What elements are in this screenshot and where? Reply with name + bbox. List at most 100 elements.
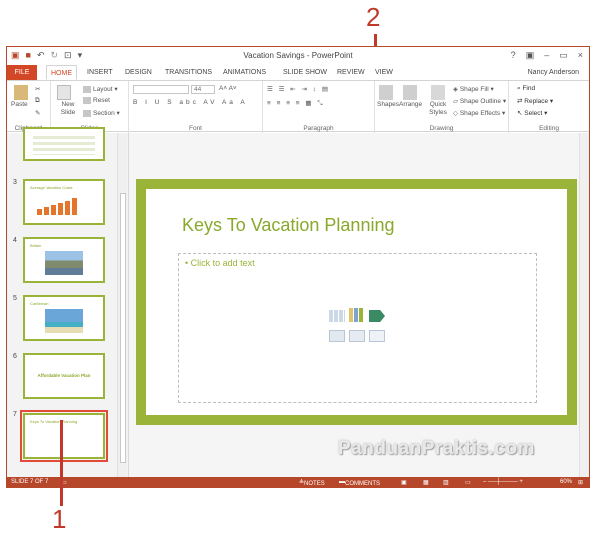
copy-icon[interactable]: ⧉: [35, 97, 40, 105]
slide-canvas: Keys To Vacation Planning • Click to add…: [146, 189, 567, 415]
tab-design[interactable]: DESIGN: [121, 65, 156, 80]
insert-picture-icon[interactable]: [329, 330, 345, 342]
current-slide: Keys To Vacation Planning • Click to add…: [136, 179, 577, 425]
shape-outline-button[interactable]: ▱ Shape Outline ▾: [453, 97, 506, 105]
ribbon: Paste ✂ ⧉ ✎ Clipboard New Slide Layout ▾…: [7, 80, 589, 133]
insert-table-icon[interactable]: [329, 310, 345, 322]
watermark-text: PanduanPraktis.com: [338, 438, 535, 459]
thumbnail-slide-7[interactable]: Keys To Vacation Planning: [20, 410, 108, 462]
font-size-box[interactable]: 44: [191, 85, 215, 94]
main-scrollbar[interactable]: [579, 133, 589, 477]
thumbnail-slide-6[interactable]: Affordable Vacation Plan: [23, 353, 105, 399]
font-label: Font: [188, 125, 202, 132]
comments-button[interactable]: ▬ COMMENTS: [339, 479, 380, 487]
cut-icon[interactable]: ✂: [35, 85, 40, 93]
new-slide-button[interactable]: New Slide: [55, 101, 81, 117]
thumbnail-slide-4[interactable]: Britain: [23, 237, 105, 283]
callout-number-1: 1: [52, 504, 67, 534]
reset-icon: [83, 97, 91, 104]
arrange-icon[interactable]: [403, 85, 417, 100]
shapes-icon[interactable]: [379, 85, 393, 100]
zoom-level[interactable]: 60%: [560, 479, 572, 485]
tab-review[interactable]: REVIEW: [333, 65, 369, 80]
font-style-buttons[interactable]: B I U S abc AV Aa A: [133, 99, 248, 106]
slide-editing-area: Keys To Vacation Planning • Click to add…: [129, 133, 589, 477]
quick-styles-button[interactable]: Quick Styles: [427, 101, 449, 117]
shape-fill-button[interactable]: ◈ Shape Fill ▾: [453, 85, 494, 93]
group-paragraph: ☰ ☰ ⇤ ⇥ ↕ ▤ ≡ ≡ ≡ ≡ ▦ ⤡ Paragraph: [263, 81, 375, 133]
slide-number-4: 4: [13, 237, 17, 244]
tab-insert[interactable]: INSERT: [83, 65, 117, 80]
align-buttons[interactable]: ≡ ≡ ≡ ≡ ▦ ⤡: [267, 99, 325, 108]
tab-home[interactable]: HOME: [46, 65, 77, 80]
insert-chart-icon[interactable]: [349, 308, 363, 322]
normal-view-icon[interactable]: ▣: [401, 479, 407, 486]
notes-button[interactable]: ≜ NOTES: [299, 479, 325, 487]
slide-indicator: SLIDE 7 OF 7: [11, 479, 49, 485]
thumbnail-table-image: [33, 133, 95, 155]
arrange-button[interactable]: Arrange: [399, 101, 422, 108]
callout-line-1: [60, 420, 63, 506]
quick-styles-icon[interactable]: [431, 85, 445, 100]
minimize-icon[interactable]: –: [544, 50, 549, 61]
new-slide-icon[interactable]: [57, 85, 71, 100]
font-name-box[interactable]: [133, 85, 189, 94]
replace-button[interactable]: ⇄ Replace ▾: [517, 97, 553, 105]
thumbnail-slide-3[interactable]: Average Vacation Costs: [23, 179, 105, 225]
help-icon[interactable]: ?: [511, 50, 516, 61]
maximize-icon[interactable]: ▭: [559, 50, 568, 61]
thumbnail-beach-image: [45, 309, 83, 333]
click-to-add-text[interactable]: • Click to add text: [185, 258, 255, 268]
tab-transitions[interactable]: TRANSITIONS: [161, 65, 216, 80]
zoom-slider[interactable]: – ──┼──── +: [483, 479, 523, 485]
thumbnail-slide-2[interactable]: [23, 127, 105, 161]
format-painter-icon[interactable]: ✎: [35, 109, 40, 117]
insert-online-picture-icon[interactable]: [349, 330, 365, 342]
slide-number-3: 3: [13, 179, 17, 186]
list-buttons[interactable]: ☰ ☰ ⇤ ⇥ ↕ ▤: [267, 85, 330, 93]
slide-number-6: 6: [13, 353, 17, 360]
thumbnail-title: Britain: [30, 243, 42, 248]
paste-button[interactable]: Paste: [11, 101, 28, 108]
callout-number-2: 2: [366, 2, 381, 32]
user-name[interactable]: Nancy Anderson: [528, 65, 579, 80]
section-button[interactable]: Section ▾: [83, 109, 120, 117]
tab-slide-show[interactable]: SLIDE SHOW: [279, 65, 331, 80]
ribbon-display-options-icon[interactable]: ▣: [526, 50, 535, 61]
tab-file[interactable]: FILE: [7, 65, 37, 80]
drawing-label: Drawing: [429, 125, 454, 132]
thumbnail-scrollbar-thumb[interactable]: [120, 193, 126, 463]
thumbnail-title: Keys To Vacation Planning: [30, 419, 78, 424]
group-font: 44 A˄ A˅ B I U S abc AV Aa A Font: [129, 81, 263, 133]
layout-button[interactable]: Layout ▾: [83, 85, 118, 93]
find-button[interactable]: ⌕ Find: [517, 85, 535, 93]
tab-view[interactable]: VIEW: [371, 65, 397, 80]
slide-thumbnail-pane: 3 Average Vacation Costs 4 Britain 5 Car…: [7, 127, 129, 477]
thumbnail-castle-image: [45, 251, 83, 275]
slide-title[interactable]: Keys To Vacation Planning: [182, 215, 394, 236]
thumbnail-scrollbar[interactable]: [117, 133, 127, 477]
insert-video-icon[interactable]: [369, 330, 385, 342]
reading-view-icon[interactable]: ▥: [443, 479, 449, 486]
title-bar: ▣ ■ ↶ ↻ ⊡ ▾ Vacation Savings - PowerPoin…: [7, 47, 589, 65]
paste-icon[interactable]: [14, 85, 28, 100]
insert-smartart-icon[interactable]: [369, 310, 385, 322]
grow-font-icon[interactable]: A˄ A˅: [219, 85, 237, 92]
fit-slide-icon[interactable]: ⊞: [578, 479, 583, 486]
reset-button[interactable]: Reset: [83, 97, 110, 104]
close-icon[interactable]: ×: [578, 50, 583, 61]
shape-effects-button[interactable]: ◇ Shape Effects ▾: [453, 109, 505, 117]
group-editing: ⌕ Find ⇄ Replace ▾ ↖ Select ▾ Editing: [509, 81, 589, 133]
select-button[interactable]: ↖ Select ▾: [517, 109, 547, 117]
slide-number-7: 7: [13, 411, 17, 418]
group-slides: New Slide Layout ▾ Reset Section ▾ Slide…: [51, 81, 129, 133]
tab-animations[interactable]: ANIMATIONS: [219, 65, 270, 80]
powerpoint-window: ▣ ■ ↶ ↻ ⊡ ▾ Vacation Savings - PowerPoin…: [6, 46, 590, 488]
slide-sorter-icon[interactable]: ▦: [423, 479, 429, 486]
status-bar: SLIDE 7 OF 7 ▭ ≜ NOTES ▬ COMMENTS ▣ ▦ ▥ …: [7, 477, 589, 487]
ribbon-tabs: FILE HOME INSERT DESIGN TRANSITIONS ANIM…: [7, 65, 589, 80]
slide-show-icon[interactable]: ▭: [465, 479, 471, 486]
content-placeholder[interactable]: • Click to add text: [178, 253, 537, 403]
shapes-button[interactable]: Shapes: [377, 101, 399, 108]
thumbnail-slide-5[interactable]: Caribbean: [23, 295, 105, 341]
